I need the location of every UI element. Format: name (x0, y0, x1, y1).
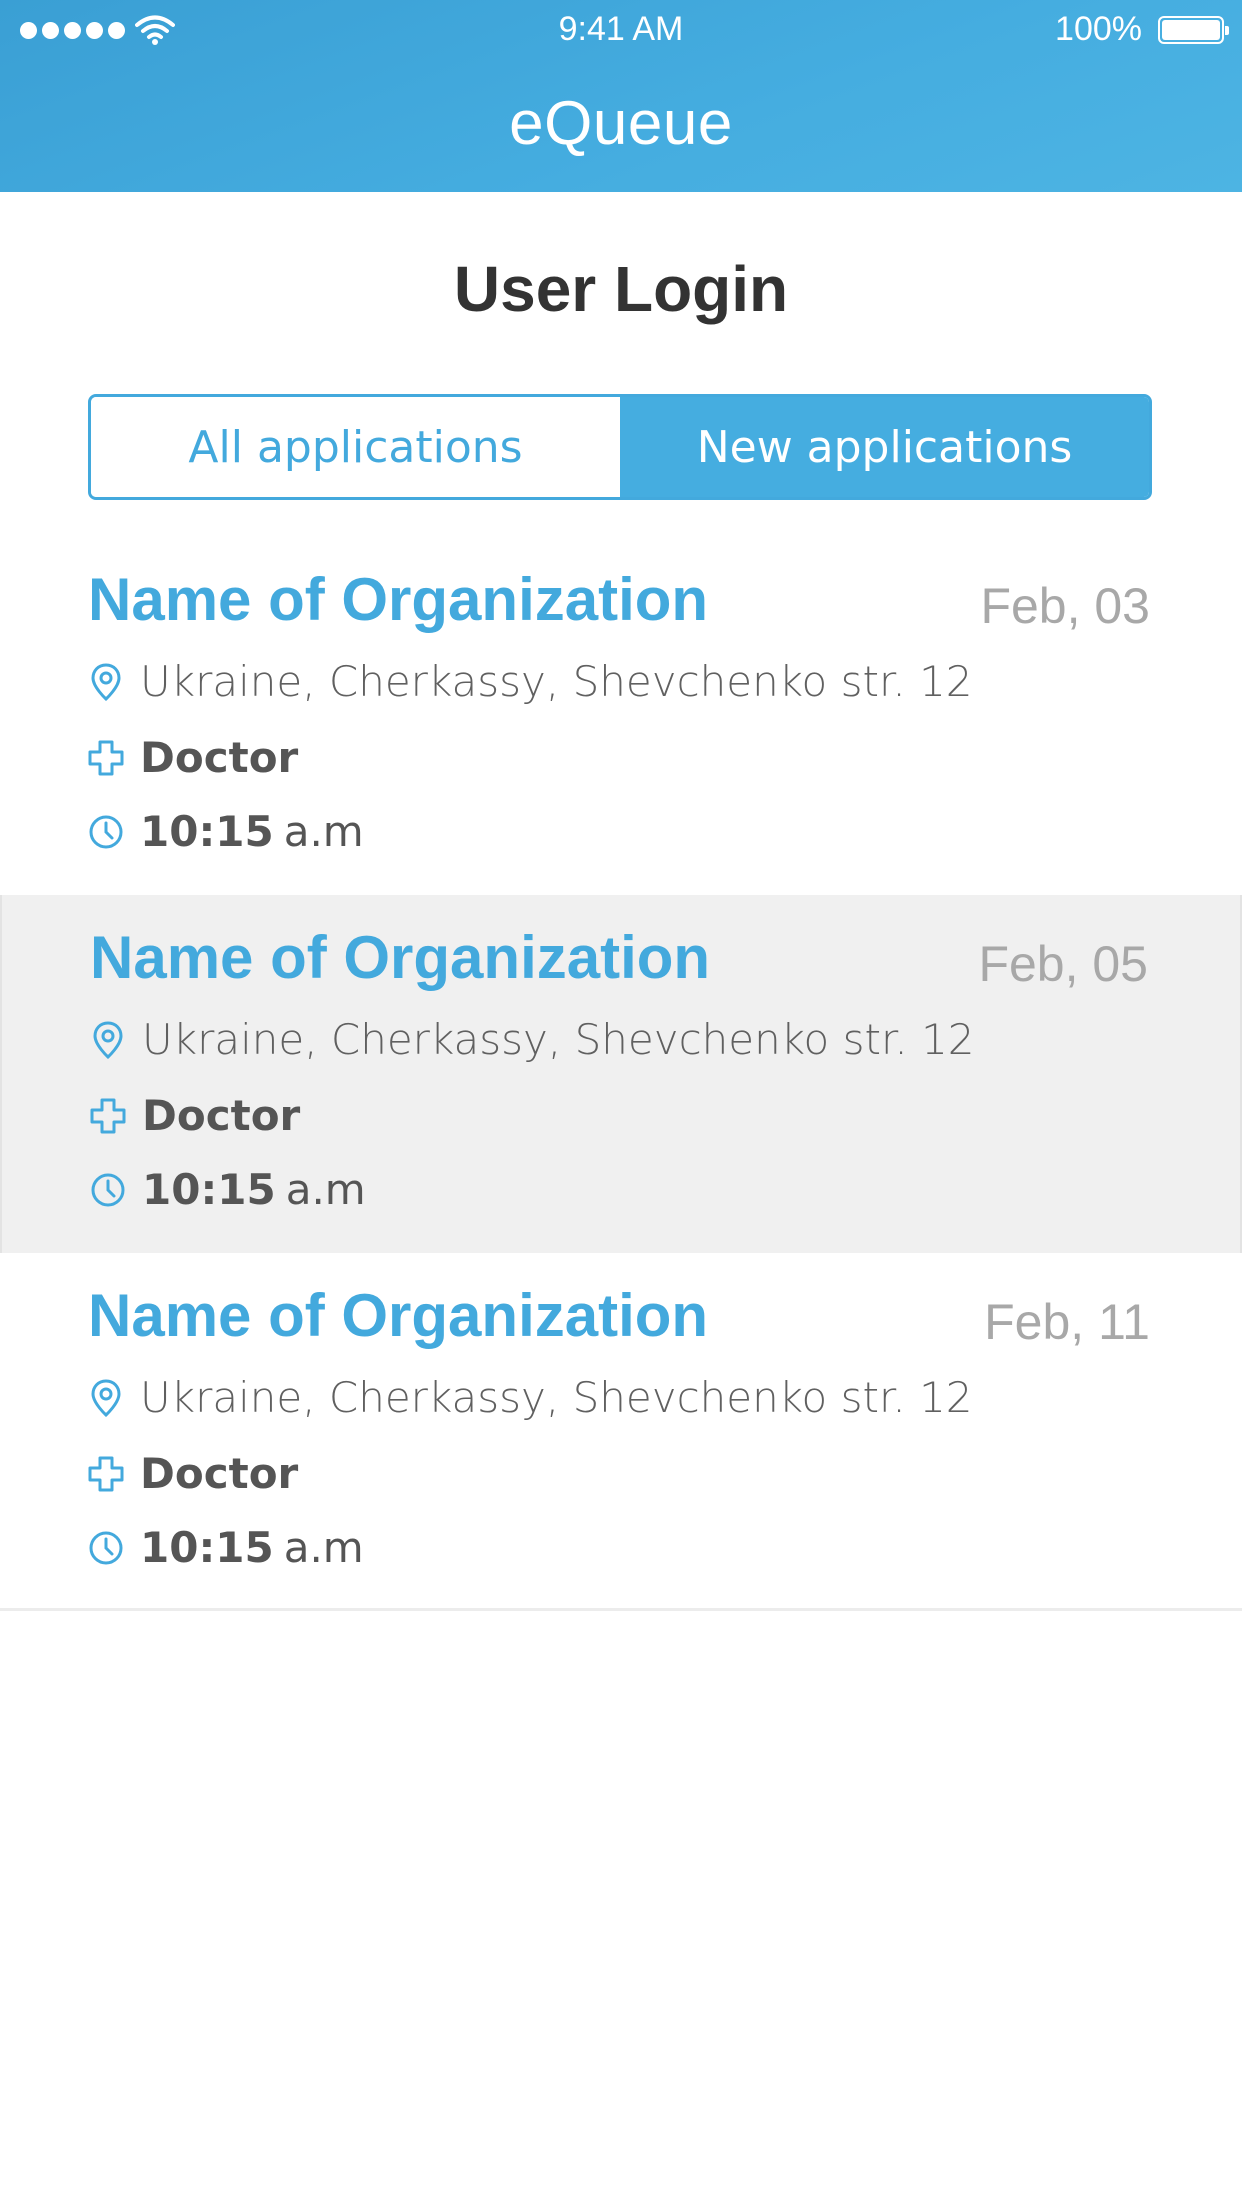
address-text: Ukraine, Cherkassy, Shevchenko str. 12 (140, 1373, 973, 1422)
address-row: Ukraine, Cherkassy, Shevchenko str. 12 (88, 657, 973, 706)
specialist-row: Doctor (88, 733, 298, 782)
clock-icon (90, 1170, 126, 1210)
applications-segmented-control: All applications New applications (88, 394, 1152, 500)
location-pin-icon (88, 1378, 124, 1418)
time-row: 10:15 a.m (90, 1165, 366, 1214)
applications-list: Name of Organization Feb, 03 Ukraine, Ch… (0, 537, 1242, 1611)
app-header: 9:41 AM 100% eQueue (0, 0, 1242, 192)
application-card[interactable]: Name of Organization Feb, 11 Ukraine, Ch… (0, 1253, 1242, 1611)
location-pin-icon (88, 662, 124, 702)
clock-icon (88, 1528, 124, 1568)
battery-icon (1158, 16, 1229, 44)
time-value: 10:15 (140, 1523, 274, 1572)
time-row: 10:15 a.m (88, 807, 364, 856)
medical-cross-icon (88, 1454, 124, 1494)
address-text: Ukraine, Cherkassy, Shevchenko str. 12 (140, 657, 973, 706)
location-pin-icon (90, 1020, 126, 1060)
application-date: Feb, 05 (978, 936, 1148, 992)
specialist-text: Doctor (140, 1449, 299, 1498)
application-date: Feb, 11 (984, 1294, 1150, 1350)
organization-name: Name of Organization (88, 566, 709, 633)
specialist-row: Doctor (90, 1091, 300, 1140)
address-text: Ukraine, Cherkassy, Shevchenko str. 12 (142, 1015, 975, 1064)
application-card[interactable]: Name of Organization Feb, 05 Ukraine, Ch… (0, 895, 1242, 1253)
application-card[interactable]: Name of Organization Feb, 03 Ukraine, Ch… (0, 537, 1242, 895)
tab-all-applications[interactable]: All applications (91, 397, 620, 497)
organization-name: Name of Organization (90, 924, 711, 991)
medical-cross-icon (90, 1096, 126, 1136)
time-period: a.m (283, 1523, 364, 1572)
address-row: Ukraine, Cherkassy, Shevchenko str. 12 (88, 1373, 973, 1422)
specialist-row: Doctor (88, 1449, 298, 1498)
specialist-text: Doctor (140, 733, 299, 782)
application-date: Feb, 03 (980, 578, 1150, 634)
time-row: 10:15 a.m (88, 1523, 364, 1572)
time-period: a.m (283, 807, 364, 856)
time-period: a.m (285, 1165, 366, 1214)
status-bar: 9:41 AM 100% (0, 0, 1242, 60)
clock-icon (88, 812, 124, 852)
time-value: 10:15 (140, 807, 274, 856)
medical-cross-icon (88, 738, 124, 778)
specialist-text: Doctor (142, 1091, 301, 1140)
app-title: eQueue (509, 89, 733, 158)
page-title: User Login (453, 253, 789, 325)
organization-name: Name of Organization (88, 1282, 709, 1349)
tab-new-applications[interactable]: New applications (620, 397, 1149, 497)
time-value: 10:15 (142, 1165, 276, 1214)
address-row: Ukraine, Cherkassy, Shevchenko str. 12 (90, 1015, 975, 1064)
battery-percent: 100% (1055, 10, 1142, 48)
